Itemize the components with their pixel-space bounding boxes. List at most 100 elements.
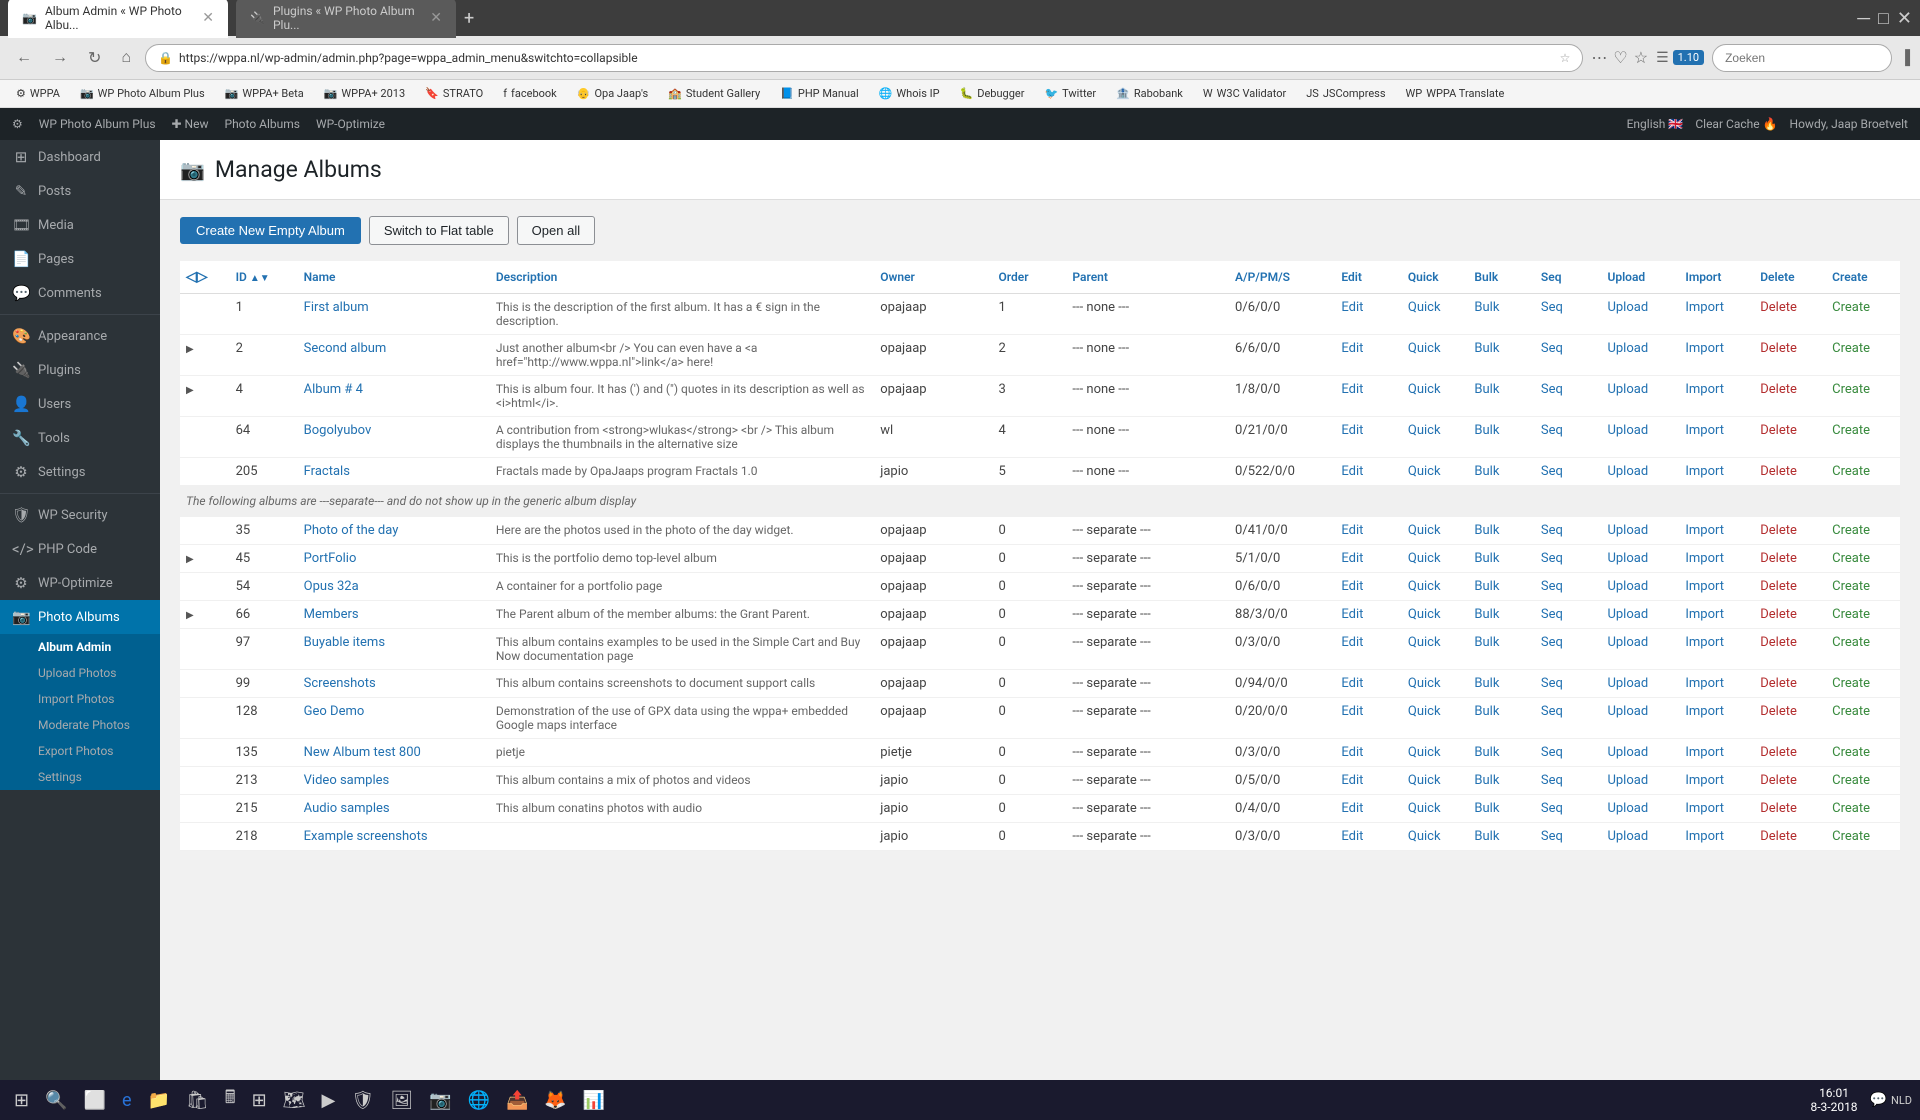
quick-link[interactable]: Quick: [1408, 300, 1441, 315]
quick-link[interactable]: Quick: [1408, 745, 1441, 760]
quick-link[interactable]: Quick: [1408, 579, 1441, 594]
menu-icon[interactable]: ⋯: [1591, 48, 1607, 67]
bookmark-facebook[interactable]: f facebook: [495, 85, 565, 102]
import-link[interactable]: Import: [1685, 423, 1724, 438]
create-link[interactable]: Create: [1832, 300, 1870, 315]
import-link[interactable]: Import: [1685, 464, 1724, 479]
bulk-link[interactable]: Bulk: [1474, 464, 1499, 479]
create-link[interactable]: Create: [1832, 745, 1870, 760]
task-view[interactable]: ⬜: [78, 1086, 112, 1115]
bookmark-w3c[interactable]: W W3C Validator: [1195, 85, 1294, 102]
bulk-link[interactable]: Bulk: [1474, 704, 1499, 719]
submenu-import-photos[interactable]: Import Photos: [0, 686, 160, 712]
create-link[interactable]: Create: [1832, 704, 1870, 719]
quick-link[interactable]: Quick: [1408, 829, 1441, 844]
delete-link[interactable]: Delete: [1760, 745, 1797, 760]
seq-link[interactable]: Seq: [1541, 745, 1563, 760]
create-link[interactable]: Create: [1832, 523, 1870, 538]
photo-albums-link[interactable]: Photo Albums: [225, 117, 300, 131]
bookmark-wppa-translate[interactable]: WP WPPA Translate: [1398, 85, 1513, 102]
create-link[interactable]: Create: [1832, 464, 1870, 479]
seq-link[interactable]: Seq: [1541, 773, 1563, 788]
edit-link[interactable]: Edit: [1341, 773, 1363, 788]
delete-link[interactable]: Delete: [1760, 523, 1797, 538]
seq-link[interactable]: Seq: [1541, 341, 1563, 356]
photo-viewer[interactable]: 🖼: [384, 1086, 419, 1115]
sidebar-item-posts[interactable]: ✎ Posts: [0, 174, 160, 208]
submenu-moderate-photos[interactable]: Moderate Photos: [0, 712, 160, 738]
import-link[interactable]: Import: [1685, 607, 1724, 622]
sidebar-item-phpcode[interactable]: </> PHP Code: [0, 532, 160, 566]
seq-link[interactable]: Seq: [1541, 704, 1563, 719]
import-link[interactable]: Import: [1685, 382, 1724, 397]
edit-link[interactable]: Edit: [1341, 676, 1363, 691]
edit-link[interactable]: Edit: [1341, 579, 1363, 594]
open-all-button[interactable]: Open all: [517, 216, 595, 245]
bookmark-wppa-beta[interactable]: 📷 WPPA+ Beta: [217, 85, 312, 102]
upload-link[interactable]: Upload: [1607, 523, 1648, 538]
album-name-link[interactable]: Photo of the day: [304, 523, 399, 538]
bookmark-opajaap[interactable]: 👴 Opa Jaap's: [569, 85, 656, 102]
active-tab[interactable]: 📷 Album Admin « WP Photo Albu... ✕: [8, 0, 228, 38]
expand-row-button[interactable]: ▶: [186, 385, 194, 396]
bulk-link[interactable]: Bulk: [1474, 607, 1499, 622]
edit-link[interactable]: Edit: [1341, 635, 1363, 650]
album-name-link[interactable]: Members: [304, 607, 359, 622]
bookmark-php[interactable]: 📘 PHP Manual: [772, 85, 867, 102]
import-link[interactable]: Import: [1685, 829, 1724, 844]
col-header-id[interactable]: ID ▲▼: [230, 261, 298, 294]
start-button[interactable]: ⊞: [8, 1086, 35, 1115]
create-album-button[interactable]: Create New Empty Album: [180, 217, 361, 244]
language-selector[interactable]: English 🇬🇧: [1627, 117, 1684, 131]
seq-link[interactable]: Seq: [1541, 464, 1563, 479]
seq-link[interactable]: Seq: [1541, 635, 1563, 650]
edit-link[interactable]: Edit: [1341, 745, 1363, 760]
seq-link[interactable]: Seq: [1541, 423, 1563, 438]
album-name-link[interactable]: PortFolio: [304, 551, 357, 566]
create-link[interactable]: Create: [1832, 676, 1870, 691]
album-name-link[interactable]: First album: [304, 300, 369, 315]
sidebar-item-comments[interactable]: 💬 Comments: [0, 276, 160, 310]
bulk-link[interactable]: Bulk: [1474, 635, 1499, 650]
upload-link[interactable]: Upload: [1607, 704, 1648, 719]
user-menu[interactable]: Howdy, Jaap Broetvelt: [1790, 117, 1908, 131]
expand-row-button[interactable]: ▶: [186, 344, 194, 355]
upload-link[interactable]: Upload: [1607, 773, 1648, 788]
create-link[interactable]: Create: [1832, 382, 1870, 397]
sidebar-item-dashboard[interactable]: ⊞ Dashboard: [0, 140, 160, 174]
create-link[interactable]: Create: [1832, 423, 1870, 438]
upload-link[interactable]: Upload: [1607, 635, 1648, 650]
upload-link[interactable]: Upload: [1607, 551, 1648, 566]
create-link[interactable]: Create: [1832, 801, 1870, 816]
seq-link[interactable]: Seq: [1541, 300, 1563, 315]
delete-link[interactable]: Delete: [1760, 551, 1797, 566]
album-name-link[interactable]: Fractals: [304, 464, 350, 479]
bulk-link[interactable]: Bulk: [1474, 829, 1499, 844]
upload-link[interactable]: Upload: [1607, 423, 1648, 438]
bookmark-wp-photo[interactable]: 📷 WP Photo Album Plus: [72, 85, 213, 102]
album-name-link[interactable]: Audio samples: [304, 801, 390, 816]
quick-link[interactable]: Quick: [1408, 801, 1441, 816]
sidebar-item-pages[interactable]: 📄 Pages: [0, 242, 160, 276]
album-name-link[interactable]: Opus 32a: [304, 579, 359, 594]
home-button[interactable]: ⌂: [115, 45, 137, 71]
bulk-link[interactable]: Bulk: [1474, 382, 1499, 397]
edit-link[interactable]: Edit: [1341, 300, 1363, 315]
create-link[interactable]: Create: [1832, 829, 1870, 844]
upload-link[interactable]: Upload: [1607, 464, 1648, 479]
star-icon[interactable]: ☆: [1560, 51, 1571, 65]
edit-link[interactable]: Edit: [1341, 801, 1363, 816]
explorer[interactable]: 📁: [141, 1086, 175, 1115]
album-name-link[interactable]: Second album: [304, 341, 387, 356]
upload-link[interactable]: Upload: [1607, 676, 1648, 691]
edit-link[interactable]: Edit: [1341, 551, 1363, 566]
seq-link[interactable]: Seq: [1541, 607, 1563, 622]
bookmark-rabobank[interactable]: 🏦 Rabobank: [1108, 85, 1191, 102]
upload-link[interactable]: Upload: [1607, 579, 1648, 594]
seq-link[interactable]: Seq: [1541, 801, 1563, 816]
close-window-button[interactable]: ✕: [1897, 8, 1912, 29]
maps[interactable]: 🗺: [277, 1086, 312, 1115]
edit-link[interactable]: Edit: [1341, 607, 1363, 622]
quick-link[interactable]: Quick: [1408, 464, 1441, 479]
delete-link[interactable]: Delete: [1760, 423, 1797, 438]
